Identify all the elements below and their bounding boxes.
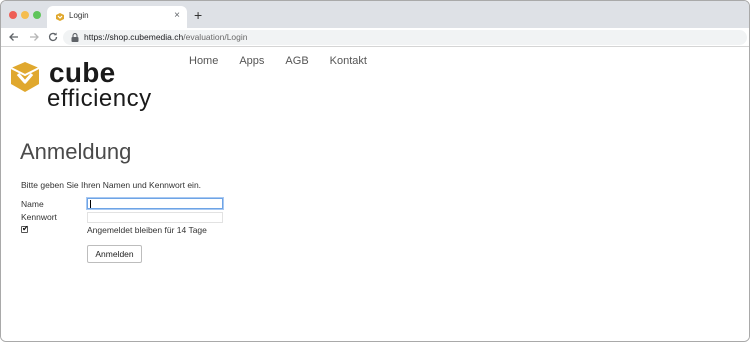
checkmark-icon: ✔ <box>22 224 29 233</box>
name-input[interactable] <box>87 198 223 209</box>
minimize-window-button[interactable] <box>21 11 29 19</box>
tab-close-icon[interactable]: × <box>174 10 180 22</box>
cube-logo-icon <box>10 62 40 92</box>
nav-link-apps[interactable]: Apps <box>239 54 264 68</box>
page-title: Anmeldung <box>20 139 132 164</box>
tab-title: Login <box>69 11 89 20</box>
logo-word-efficiency: efficiency <box>47 85 152 112</box>
tab-strip: Login × + <box>1 1 749 28</box>
forward-arrow-icon[interactable] <box>28 31 40 43</box>
cube-efficiency-logo[interactable]: cube efficiency <box>8 57 168 112</box>
tab-login[interactable]: Login × <box>47 6 187 28</box>
main-navigation: Home Apps AGB Kontakt <box>189 54 388 68</box>
password-input[interactable] <box>87 212 223 223</box>
new-tab-button[interactable]: + <box>194 8 202 22</box>
lock-icon <box>71 33 79 42</box>
name-label: Name <box>21 199 44 209</box>
url-path: /evaluation/Login <box>183 32 248 42</box>
address-bar[interactable]: https://shop.cubemedia.ch/evaluation/Log… <box>63 30 747 45</box>
url-text: https://shop.cubemedia.ch/evaluation/Log… <box>84 32 248 43</box>
close-window-button[interactable] <box>9 11 17 19</box>
url-host: https://shop.cubemedia.ch <box>84 32 184 42</box>
nav-link-home[interactable]: Home <box>189 54 218 68</box>
login-instructions: Bitte geben Sie Ihren Namen und Kennwort… <box>21 180 202 190</box>
browser-toolbar: https://shop.cubemedia.ch/evaluation/Log… <box>1 28 749 47</box>
password-label: Kennwort <box>21 212 57 222</box>
remember-me-label: Angemeldet bleiben für 14 Tage <box>87 225 207 235</box>
nav-link-kontakt[interactable]: Kontakt <box>330 54 367 68</box>
maximize-window-button[interactable] <box>33 11 41 19</box>
text-caret <box>90 200 91 208</box>
nav-link-agb[interactable]: AGB <box>285 54 308 68</box>
remember-me-checkbox[interactable]: ✔ <box>21 224 29 233</box>
login-submit-button[interactable]: Anmelden <box>87 245 142 263</box>
browser-window: Login × + https://shop.cubemedia.ch/eval… <box>0 0 750 342</box>
logo-word-cube: cube <box>49 57 116 88</box>
favicon-icon <box>56 13 64 21</box>
reload-icon[interactable] <box>47 31 59 43</box>
page-content: cube efficiency Home Apps AGB Kontakt An… <box>1 48 749 341</box>
back-arrow-icon[interactable] <box>8 31 20 43</box>
